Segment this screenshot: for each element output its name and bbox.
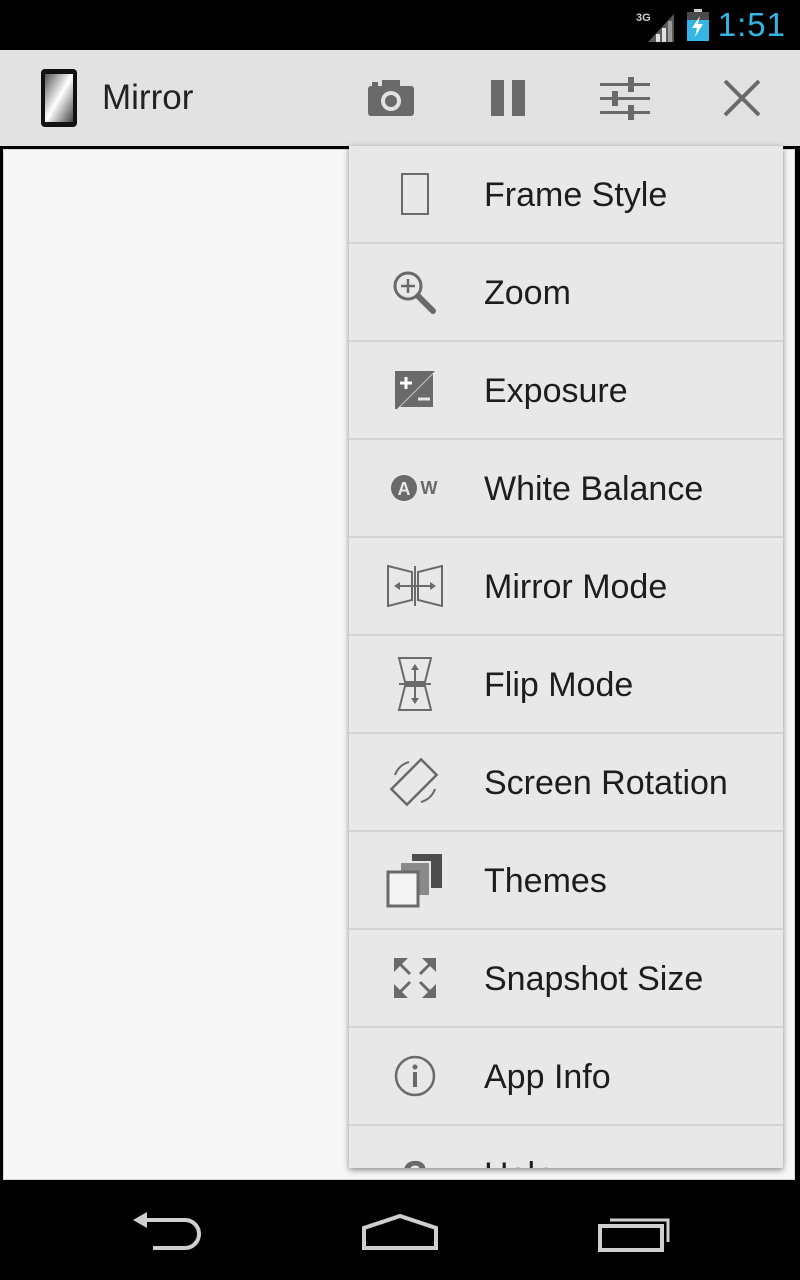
pause-button[interactable] — [478, 68, 538, 128]
white-balance-icon: A W — [385, 464, 445, 512]
menu-item-label: App Info — [484, 1058, 611, 1096]
mirror-mode-icon — [385, 562, 445, 610]
network-type: 3G — [636, 12, 651, 24]
svg-text:?: ? — [402, 1152, 428, 1168]
home-button[interactable] — [350, 1204, 450, 1260]
menu-item-label: Snapshot Size — [484, 960, 704, 998]
svg-text:W: W — [421, 478, 438, 498]
menu-item-white-balance[interactable]: A W White Balance — [349, 440, 783, 538]
camera-icon — [368, 80, 414, 116]
menu-item-label: White Balance — [484, 470, 704, 508]
signal-icon: 3G — [636, 12, 674, 42]
settings-sliders-button[interactable] — [595, 68, 655, 128]
menu-item-app-info[interactable]: App Info — [349, 1028, 783, 1126]
overflow-menu: Frame Style Zoom Exposure A W White Bala… — [349, 146, 783, 1168]
pause-icon — [491, 80, 525, 116]
camera-button[interactable] — [361, 68, 421, 128]
sliders-icon — [600, 77, 650, 120]
themes-icon — [385, 854, 445, 908]
battery-charging-icon — [687, 9, 709, 41]
help-icon: ? — [385, 1150, 445, 1168]
menu-item-help[interactable]: ? Help — [349, 1126, 783, 1168]
clock: 1:51 — [717, 6, 786, 43]
navigation-bar — [0, 1184, 800, 1280]
back-icon — [133, 1212, 201, 1250]
menu-item-label: Help — [484, 1156, 554, 1168]
exposure-icon — [385, 366, 445, 414]
recent-apps-button[interactable] — [585, 1204, 685, 1260]
screen-rotation-icon — [385, 757, 445, 807]
frame-icon — [385, 170, 445, 218]
menu-item-themes[interactable]: Themes — [349, 832, 783, 930]
menu-item-label: Mirror Mode — [484, 568, 668, 606]
menu-item-mirror-mode[interactable]: Mirror Mode — [349, 538, 783, 636]
status-bar: 3G 1:51 — [0, 0, 800, 50]
menu-item-flip-mode[interactable]: Flip Mode — [349, 636, 783, 734]
menu-item-label: Frame Style — [484, 176, 668, 214]
zoom-in-icon — [385, 268, 445, 316]
phone-mirror-icon — [41, 69, 77, 127]
app-title: Mirror — [102, 78, 194, 117]
close-icon — [723, 79, 761, 117]
action-bar: Mirror — [0, 50, 800, 146]
menu-item-label: Zoom — [484, 274, 571, 312]
menu-item-exposure[interactable]: Exposure — [349, 342, 783, 440]
menu-item-label: Exposure — [484, 372, 628, 410]
info-icon — [385, 1052, 445, 1100]
snapshot-size-icon — [385, 954, 445, 1002]
svg-text:A: A — [398, 479, 411, 499]
menu-item-screen-rotation[interactable]: Screen Rotation — [349, 734, 783, 832]
menu-item-frame-style[interactable]: Frame Style — [349, 146, 783, 244]
close-button[interactable] — [712, 68, 772, 128]
menu-item-snapshot-size[interactable]: Snapshot Size — [349, 930, 783, 1028]
home-icon — [362, 1213, 438, 1250]
back-button[interactable] — [117, 1204, 217, 1260]
recent-apps-icon — [598, 1218, 670, 1252]
menu-item-zoom[interactable]: Zoom — [349, 244, 783, 342]
menu-item-label: Flip Mode — [484, 666, 634, 704]
menu-item-label: Screen Rotation — [484, 764, 728, 802]
flip-mode-icon — [385, 657, 445, 711]
menu-item-label: Themes — [484, 862, 607, 900]
